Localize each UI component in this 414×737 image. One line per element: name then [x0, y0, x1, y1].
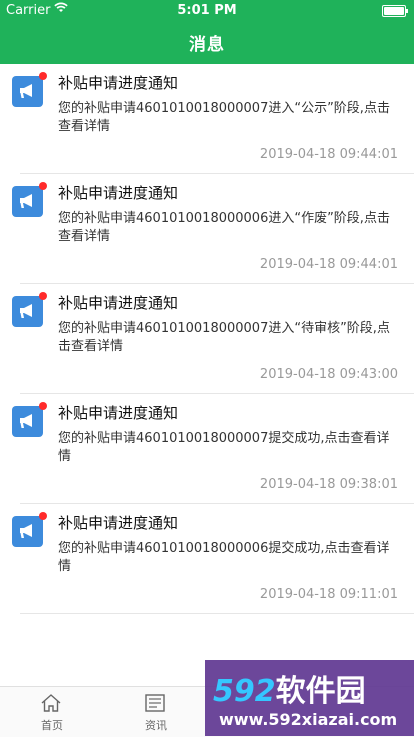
unread-dot [39, 72, 47, 80]
notification-title: 补贴申请进度通知 [58, 514, 179, 532]
watermark: 592软件园 www.592xiazai.com [205, 660, 414, 736]
notification-item[interactable]: 补贴申请进度通知 您的补贴申请4601010018000006进入“作废”阶段,… [0, 174, 414, 284]
notification-title: 补贴申请进度通知 [58, 74, 179, 92]
battery-icon [382, 5, 408, 17]
tab-news[interactable]: 资讯 [104, 687, 208, 737]
megaphone-icon [12, 182, 47, 217]
notification-item[interactable]: 补贴申请进度通知 您的补贴申请4601010018000007进入“公示”阶段,… [0, 64, 414, 174]
notification-title: 补贴申请进度通知 [58, 184, 179, 202]
news-icon [144, 693, 166, 717]
navigation-bar: Carrier 5:01 PM 消息 [0, 0, 414, 64]
tab-home[interactable]: 首页 [0, 687, 104, 737]
unread-dot [39, 512, 47, 520]
megaphone-icon [12, 402, 47, 437]
home-icon [40, 693, 62, 717]
unread-dot [39, 292, 47, 300]
notification-body: 您的补贴申请4601010018000007进入“公示”阶段,点击查看详情 [58, 101, 390, 134]
notification-item[interactable]: 补贴申请进度通知 您的补贴申请4601010018000006提交成功,点击查看… [0, 504, 414, 614]
status-bar: Carrier 5:01 PM [0, 0, 414, 22]
tab-news-label: 资讯 [145, 719, 167, 732]
watermark-text: 软件园 [275, 674, 366, 709]
notification-time: 2019-04-18 09:11:01 [259, 587, 398, 602]
notification-item[interactable]: 补贴申请进度通知 您的补贴申请4601010018000007进入“待审核”阶段… [0, 284, 414, 394]
megaphone-icon [12, 292, 47, 327]
tab-home-label: 首页 [41, 719, 63, 732]
unread-dot [39, 402, 47, 410]
notification-time: 2019-04-18 09:44:01 [259, 257, 398, 272]
megaphone-icon [12, 72, 47, 107]
watermark-url: www.592xiazai.com [219, 710, 398, 729]
status-time: 5:01 PM [177, 3, 237, 18]
page-title: 消息 [189, 35, 225, 55]
notification-time: 2019-04-18 09:44:01 [259, 147, 398, 162]
notification-body: 您的补贴申请4601010018000006提交成功,点击查看详情 [58, 541, 390, 574]
notification-list: 补贴申请进度通知 您的补贴申请4601010018000007进入“公示”阶段,… [0, 64, 414, 686]
notification-body: 您的补贴申请4601010018000006进入“作废”阶段,点击查看详情 [58, 211, 390, 244]
notification-title: 补贴申请进度通知 [58, 294, 179, 312]
unread-dot [39, 182, 47, 190]
notification-time: 2019-04-18 09:38:01 [259, 477, 398, 492]
notification-body: 您的补贴申请4601010018000007进入“待审核”阶段,点击查看详情 [58, 321, 390, 354]
watermark-brand: 592软件园 [213, 666, 366, 710]
megaphone-icon [12, 512, 47, 547]
watermark-number: 592 [213, 674, 276, 709]
notification-title: 补贴申请进度通知 [58, 404, 179, 422]
notification-item[interactable]: 补贴申请进度通知 您的补贴申请4601010018000007提交成功,点击查看… [0, 394, 414, 504]
notification-time: 2019-04-18 09:43:00 [259, 367, 398, 382]
notification-body: 您的补贴申请4601010018000007提交成功,点击查看详情 [58, 431, 390, 464]
divider [20, 613, 414, 614]
